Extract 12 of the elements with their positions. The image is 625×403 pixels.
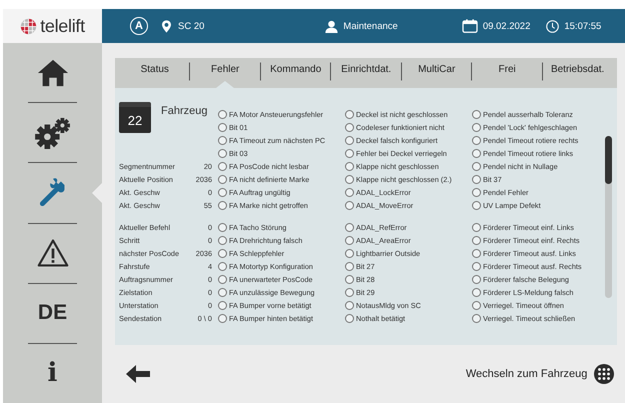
user-text: Maintenance xyxy=(343,20,398,32)
nav-info-button[interactable]: i xyxy=(28,344,77,403)
vehicle-number-badge: 22 xyxy=(119,102,151,133)
vehicle-title: Fahrzeug xyxy=(161,105,208,117)
tab[interactable]: Status xyxy=(120,58,190,88)
nav-language-button[interactable]: DE xyxy=(28,284,77,344)
switch-vehicle-button[interactable]: Wechseln zum Fahrzeug xyxy=(466,363,616,385)
mode-indicator: A xyxy=(130,17,148,35)
date-text: 09.02.2022 xyxy=(482,20,530,32)
logo-text: telelift xyxy=(40,16,85,36)
location-text: SC 20 xyxy=(178,20,204,32)
time-text: 15:07:55 xyxy=(564,20,602,32)
